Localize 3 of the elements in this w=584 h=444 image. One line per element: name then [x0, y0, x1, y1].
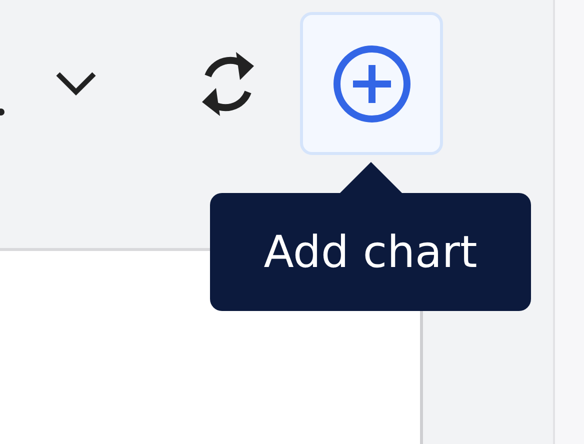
add-chart-button[interactable]	[300, 12, 443, 155]
tooltip-pointer-icon	[338, 162, 402, 194]
add-icon	[332, 44, 410, 122]
